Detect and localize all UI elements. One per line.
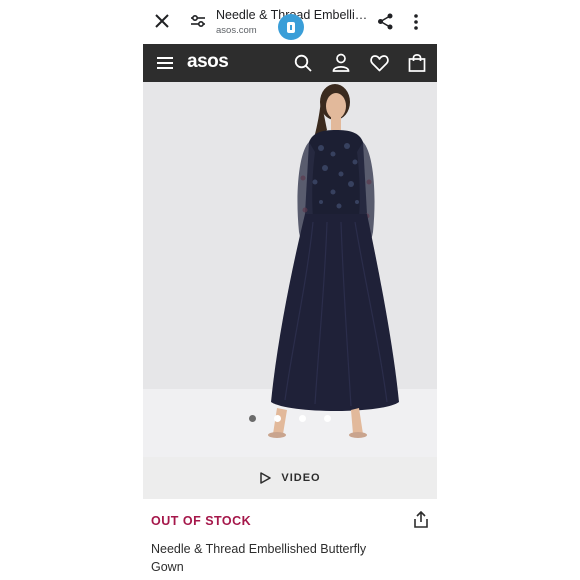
search-icon[interactable] [294, 54, 312, 72]
product-name: Needle & Thread Embellished Butterfly Go… [151, 542, 367, 574]
model-in-gown-illustration [268, 84, 399, 438]
heart-icon[interactable] [370, 54, 389, 72]
video-label: VIDEO [281, 472, 321, 484]
account-icon[interactable] [332, 53, 350, 72]
tune-icon[interactable] [190, 13, 206, 29]
carousel-dot-2[interactable] [274, 415, 281, 422]
menu-icon[interactable] [157, 56, 173, 70]
shield-badge-icon[interactable] [278, 14, 304, 40]
carousel-dot-3[interactable] [299, 415, 306, 422]
bag-icon[interactable] [408, 53, 426, 72]
page-url[interactable]: asos.com [216, 25, 257, 36]
play-icon [260, 472, 272, 484]
stock-status: OUT OF STOCK [151, 514, 252, 528]
product-image[interactable] [143, 82, 437, 457]
carousel-dots [143, 415, 437, 425]
video-button[interactable]: VIDEO [143, 457, 437, 499]
product-share-icon[interactable] [413, 511, 429, 528]
carousel-dot-4[interactable] [324, 415, 331, 422]
carousel-dot-1[interactable] [249, 415, 256, 422]
more-vert-icon[interactable] [413, 12, 419, 32]
close-icon[interactable] [153, 12, 171, 30]
phone-screen: Needle & Thread Embellis... asos.com [143, 0, 437, 580]
asos-logo[interactable]: asos [187, 51, 229, 73]
browser-bar: Needle & Thread Embellis... asos.com [143, 0, 437, 44]
share-icon[interactable] [377, 13, 394, 30]
site-header: asos [143, 44, 437, 82]
